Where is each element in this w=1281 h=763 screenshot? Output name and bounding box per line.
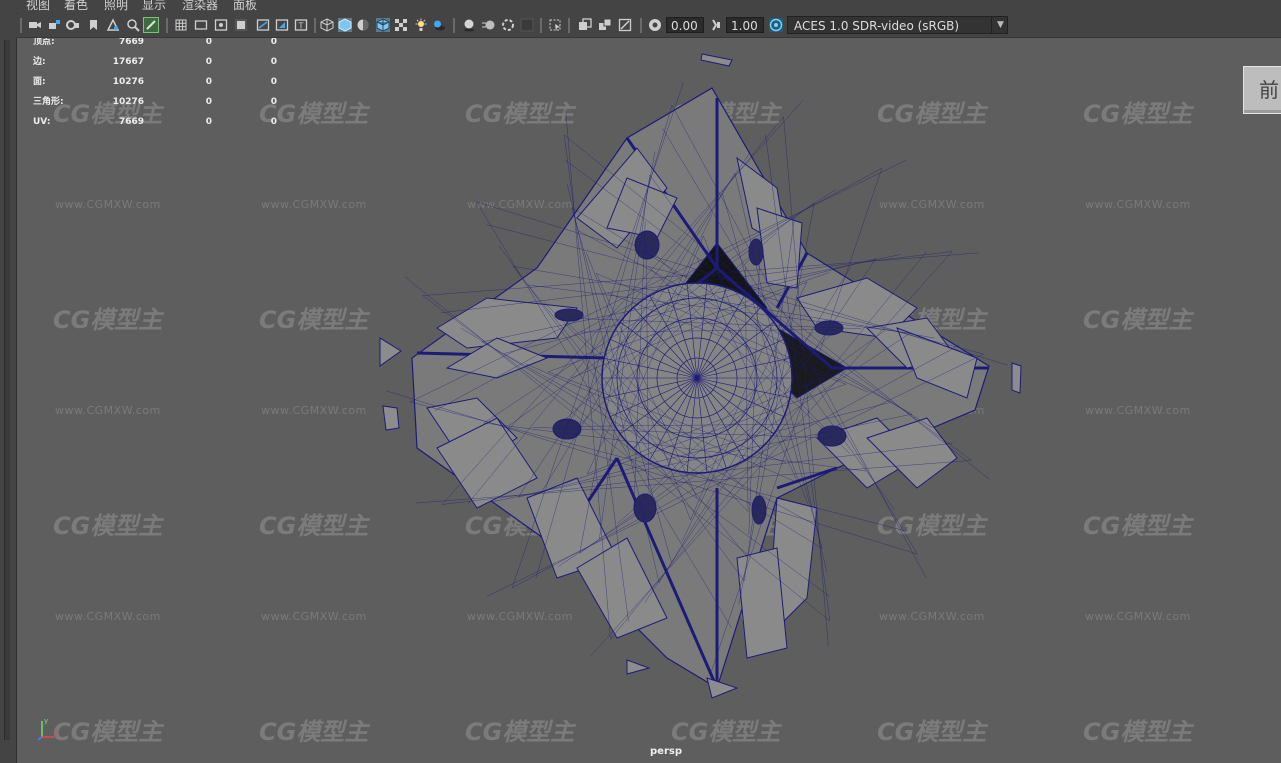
- chevron-down-icon[interactable]: ▼: [991, 17, 1009, 33]
- mesh-debris: [1011, 362, 1022, 394]
- svg-text:x: x: [54, 729, 58, 737]
- menu-show[interactable]: 显示: [142, 0, 166, 12]
- toolbar-separator: [166, 18, 168, 33]
- menu-panels[interactable]: 面板: [233, 0, 257, 12]
- hud-selected-value: 0: [205, 97, 212, 107]
- exposure-icon[interactable]: [648, 18, 662, 32]
- toolbar-separator: [568, 18, 570, 33]
- xray-icon[interactable]: [578, 18, 592, 32]
- resolution-gate-icon[interactable]: [214, 18, 228, 32]
- left-strip-handle[interactable]: [4, 40, 10, 740]
- menu-renderer[interactable]: 渲染器: [182, 0, 218, 12]
- lights-icon[interactable]: [414, 18, 428, 32]
- mesh-eye: [554, 308, 584, 322]
- image-plane-icon[interactable]: [106, 18, 120, 32]
- default-material-icon[interactable]: [356, 18, 370, 32]
- menu-shading[interactable]: 着色: [64, 0, 88, 12]
- hud-count-value: 10276: [112, 77, 144, 87]
- camera-icon[interactable]: [28, 18, 42, 32]
- mesh-debris: [706, 677, 739, 699]
- select-camera-icon[interactable]: [47, 18, 61, 32]
- svg-text:y: y: [44, 717, 48, 725]
- hud-selected-value: 0: [270, 57, 277, 67]
- multisample-aa-icon[interactable]: [501, 18, 515, 32]
- color-space-dropdown[interactable]: ACES 1.0 SDR-video (sRGB): [787, 16, 1008, 34]
- safe-title-icon[interactable]: T: [294, 18, 308, 32]
- hud-selected-value: 0: [270, 38, 277, 47]
- svg-text:T: T: [298, 22, 304, 31]
- hud-selected-value: 0: [205, 57, 212, 67]
- grease-pencil-icon[interactable]: [143, 17, 159, 33]
- 2d-pan-zoom-icon[interactable]: [126, 18, 140, 32]
- hud-label: UV:: [33, 117, 51, 127]
- grid-icon[interactable]: [174, 18, 188, 32]
- safe-action-icon[interactable]: [275, 18, 289, 32]
- hud-label: 面:: [33, 77, 46, 87]
- wireframe-on-shaded-icon[interactable]: [376, 18, 390, 32]
- hud-count-value: 7669: [118, 117, 144, 127]
- field-chart-icon[interactable]: [256, 18, 270, 32]
- textured-icon[interactable]: [394, 18, 408, 32]
- hud-selected-value: 0: [205, 38, 212, 47]
- shadows-icon[interactable]: [432, 18, 446, 32]
- color-management-icon[interactable]: [769, 18, 783, 32]
- ambient-occlusion-icon[interactable]: [462, 18, 476, 32]
- exposure-field[interactable]: 0.00: [666, 17, 704, 33]
- hud-label: 三角形:: [33, 97, 64, 107]
- mesh-debris: [382, 405, 400, 431]
- hud-count-value: 17667: [112, 57, 144, 67]
- lock-camera-icon[interactable]: [66, 18, 80, 32]
- panel-toolbar: T 0.00 1.00 ACES 1.0 SDR-video (sRGB) ▼: [16, 14, 1281, 38]
- bookmark-icon[interactable]: [86, 18, 100, 32]
- depth-of-field-icon[interactable]: [520, 18, 534, 32]
- panel-menu-bar: 视图 着色 照明 显示 渲染器 面板: [16, 0, 1281, 13]
- hud-selected-value: 0: [205, 117, 212, 127]
- left-tool-strip: [0, 0, 17, 763]
- hud-selected-value: 0: [205, 77, 212, 87]
- gamma-field[interactable]: 1.00: [726, 17, 764, 33]
- hud-count-value: 7669: [118, 38, 144, 47]
- hud-selected-value: 0: [270, 97, 277, 107]
- toolbar-separator: [540, 18, 542, 33]
- menu-view[interactable]: 视图: [26, 0, 50, 12]
- xray-joints-icon[interactable]: [598, 18, 612, 32]
- motion-blur-icon[interactable]: [482, 18, 496, 32]
- hud-selected-value: 0: [270, 117, 277, 127]
- hud-label: 顶点:: [33, 38, 55, 47]
- viewcube[interactable]: 前: [1243, 66, 1281, 114]
- gate-mask-icon[interactable]: [234, 18, 248, 32]
- ghost-shell-mesh[interactable]: [17, 38, 1281, 763]
- gamma-icon[interactable]: [709, 18, 723, 32]
- smooth-shade-icon[interactable]: [338, 18, 352, 32]
- toolbar-separator: [453, 18, 455, 33]
- axis-gizmo-icon: y x: [38, 717, 58, 741]
- viewcube-face-label: 前: [1259, 78, 1279, 102]
- hud-selected-value: 0: [270, 77, 277, 87]
- film-gate-icon[interactable]: [194, 18, 208, 32]
- mesh-debris: [700, 53, 733, 67]
- 3d-viewport[interactable]: CG模型主 CG模型主 CG模型主 CG模型主 www.CGMXW.com www.CGM…: [17, 38, 1281, 763]
- toolbar-separator: [314, 18, 316, 33]
- camera-name-label: persp: [650, 746, 682, 757]
- menu-lighting[interactable]: 照明: [104, 0, 128, 12]
- toolbar-separator: [640, 18, 642, 33]
- isolate-select-icon[interactable]: [548, 18, 562, 32]
- hud-count-value: 10276: [112, 97, 144, 107]
- mesh-eye: [633, 493, 657, 523]
- xray-components-icon[interactable]: [618, 18, 632, 32]
- toolbar-separator: [20, 18, 22, 33]
- color-space-value: ACES 1.0 SDR-video (sRGB): [794, 19, 960, 33]
- wireframe-icon[interactable]: [320, 18, 334, 32]
- mesh-debris: [379, 337, 402, 367]
- hud-label: 边:: [33, 57, 46, 67]
- mesh-debris: [626, 659, 651, 675]
